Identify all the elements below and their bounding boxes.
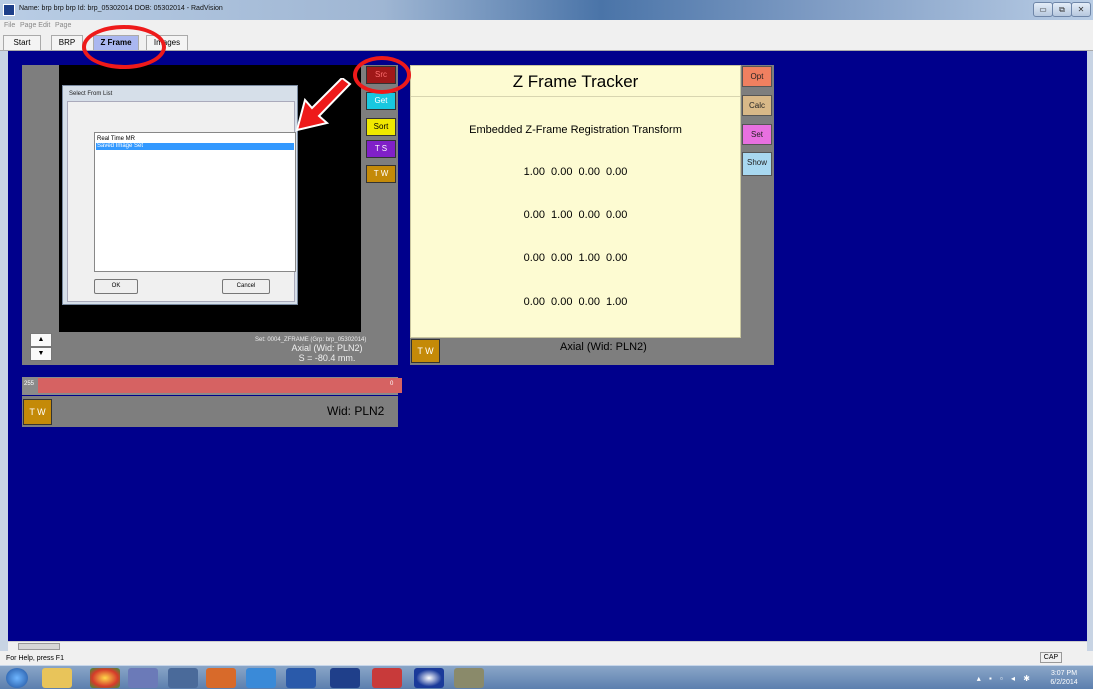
level-max-label: 255	[24, 381, 35, 387]
menu-page[interactable]: Page	[55, 22, 71, 29]
app-sphere-icon[interactable]	[128, 668, 158, 688]
tab-brp[interactable]: BRP	[51, 35, 83, 50]
list-item-real-time-mr[interactable]: Real Time MR	[96, 136, 294, 143]
word-icon[interactable]	[286, 668, 316, 688]
window-title: Name: brp brp brp Id: brp_05302014 DOB: …	[19, 5, 223, 12]
wid-label: Wid: PLN2	[327, 404, 385, 418]
chrome-icon[interactable]	[90, 668, 120, 688]
matrix-row-3: 0.00 0.00 1.00 0.00	[523, 252, 628, 264]
clock-date: 6/2/2014	[1050, 679, 1078, 686]
matlab-icon[interactable]	[206, 668, 236, 688]
scroll-up-button[interactable]: ▲	[30, 333, 52, 347]
clock[interactable]: 3:07 PM 6/2/2014	[1044, 669, 1084, 687]
acrobat-icon[interactable]	[372, 668, 402, 688]
title-bar: Name: brp brp brp Id: brp_05302014 DOB: …	[0, 0, 1093, 20]
get-button[interactable]: Get	[366, 92, 396, 110]
tw-button[interactable]: T W	[366, 165, 396, 183]
menu-page-edit[interactable]: Page Edit	[20, 22, 50, 29]
caps-indicator: CAP	[1040, 652, 1062, 663]
show-button[interactable]: Show	[742, 152, 772, 176]
dialog-title: Select From List	[69, 91, 113, 97]
radvision-icon[interactable]	[330, 668, 360, 688]
window-level-bar[interactable]: 255 0	[22, 377, 402, 395]
matrix-row-1: 1.00 0.00 0.00 0.00	[523, 166, 628, 178]
annotation-circle-src-button	[353, 56, 411, 94]
clock-time: 3:07 PM	[1050, 670, 1078, 677]
matrix-row-2: 0.00 1.00 0.00 0.00	[523, 209, 628, 221]
system-tray[interactable]: ▴ ▪ ▫ ◂ ✱	[977, 674, 1033, 683]
level-min-label: 0	[390, 381, 394, 387]
annotation-circle-zframe-tab	[82, 25, 166, 69]
matrix-row-4: 0.00 0.00 0.00 1.00	[523, 296, 628, 308]
tracker-tw-button[interactable]: T W	[411, 339, 440, 363]
strip-tw-button[interactable]: T W	[23, 399, 52, 425]
right-plane-label: Axial (Wid: PLN2)	[560, 341, 647, 353]
sort-button[interactable]: Sort	[366, 118, 396, 136]
title-divider	[411, 96, 740, 97]
set-button[interactable]: Set	[742, 124, 772, 145]
left-plane-label: Axial (Wid: PLN2)	[291, 343, 363, 353]
scroll-down-button[interactable]: ▼	[30, 347, 52, 361]
start-orb-icon[interactable]	[6, 668, 28, 688]
close-button[interactable]: ✕	[1071, 2, 1091, 17]
internet-explorer-icon[interactable]	[246, 668, 276, 688]
slice-position: S = -80.4 mm.	[298, 353, 356, 363]
tools-icon[interactable]	[454, 668, 484, 688]
ts-button[interactable]: T S	[366, 140, 396, 158]
vmware-icon[interactable]	[168, 668, 198, 688]
list-item-saved-image-set[interactable]: Saved Image Set	[96, 143, 294, 150]
opt-button[interactable]: Opt	[742, 66, 772, 87]
explorer-icon[interactable]	[42, 668, 72, 688]
app-icon	[3, 4, 15, 16]
ok-button[interactable]: OK	[94, 279, 138, 294]
calc-button[interactable]: Calc	[742, 95, 772, 116]
cancel-button[interactable]: Cancel	[222, 279, 270, 294]
taskbar: ▴ ▪ ▫ ◂ ✱ 3:07 PM 6/2/2014	[0, 665, 1093, 689]
tracker-subtitle: Embedded Z-Frame Registration Transform	[469, 124, 682, 136]
minimize-button[interactable]: ▭	[1033, 2, 1053, 17]
scroll-thumb[interactable]	[18, 643, 60, 650]
horizontal-scrollbar[interactable]	[8, 641, 1087, 651]
window-level-fill	[38, 378, 402, 393]
source-list[interactable]: Real Time MR Saved Image Set	[94, 132, 296, 272]
maximize-button[interactable]: ⧉	[1052, 2, 1072, 17]
status-bar: For Help, press F1 CAP	[0, 651, 1093, 665]
tracker-title: Z Frame Tracker	[512, 72, 639, 91]
menu-file[interactable]: File	[4, 22, 15, 29]
window-strip: T W Wid: PLN2	[22, 396, 398, 427]
status-help: For Help, press F1	[6, 655, 64, 662]
annotation-arrow-icon	[295, 78, 352, 132]
menu-bar: File Page Edit Page	[0, 20, 1093, 33]
globe-app-icon[interactable]	[414, 668, 444, 688]
tab-start[interactable]: Start	[3, 35, 41, 50]
